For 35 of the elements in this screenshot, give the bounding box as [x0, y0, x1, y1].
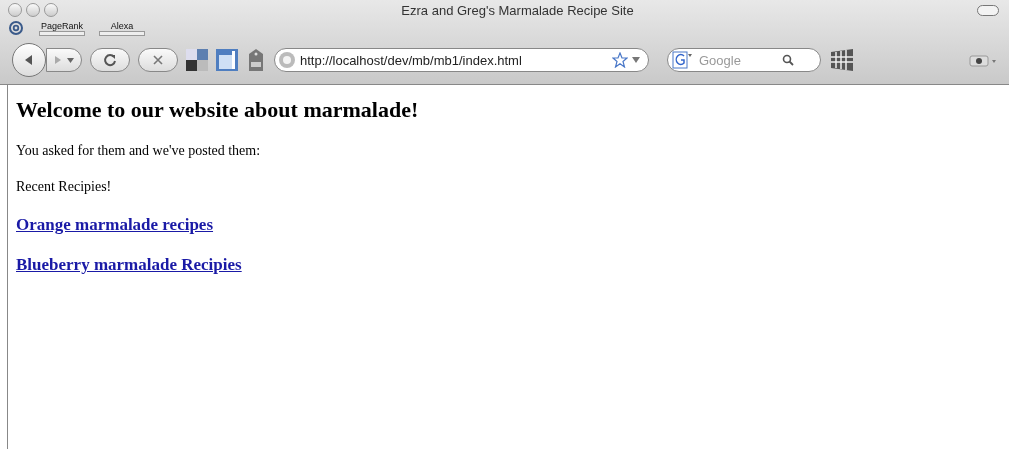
search-field[interactable]: Google — [695, 52, 779, 68]
back-button[interactable] — [12, 43, 46, 77]
forward-arrow-icon — [53, 55, 63, 65]
paragraph: Recent Recipies! — [16, 179, 112, 195]
toolbar-label: Alexa — [110, 20, 134, 31]
back-arrow-icon — [23, 54, 35, 66]
recipe-link[interactable]: Blueberry marmalade Recipies — [16, 255, 242, 274]
zoom-window-button[interactable] — [44, 3, 58, 17]
recipe-link[interactable]: Orange marmalade recipes — [16, 215, 214, 234]
search-icon[interactable] — [782, 54, 794, 66]
reload-icon — [103, 53, 117, 67]
window-title: Ezra and Greg's Marmalade Recipe Site — [400, 2, 635, 18]
rank-meter — [99, 30, 145, 36]
caret-icon[interactable] — [632, 57, 640, 63]
forward-button[interactable] — [46, 48, 82, 72]
grid-icon[interactable] — [829, 48, 855, 72]
minimize-window-button[interactable] — [26, 3, 40, 17]
caret-icon — [67, 57, 74, 63]
close-window-button[interactable] — [8, 3, 22, 17]
stop-button[interactable] — [138, 48, 178, 72]
search-engine-icon[interactable] — [672, 51, 692, 69]
toolbar-label: PageRank — [41, 20, 83, 31]
tag-icon[interactable] — [246, 48, 266, 72]
address-field[interactable]: http://localhost/dev/mb/mb1/index.html — [274, 48, 649, 72]
rank-meter — [39, 30, 85, 36]
bookmark-icon[interactable] — [216, 49, 238, 71]
close-icon — [152, 54, 164, 66]
search-box[interactable]: Google — [667, 48, 821, 72]
star-icon[interactable] — [612, 52, 628, 68]
checker-icon[interactable] — [186, 49, 208, 71]
reload-button[interactable] — [90, 48, 130, 72]
page-heading: Welcome to our website about marmalade! — [16, 97, 419, 123]
paragraph: You asked for them and we've posted them: — [16, 143, 261, 159]
camera-icon[interactable] — [969, 53, 997, 67]
toolbar-toggle-button[interactable] — [977, 4, 999, 16]
